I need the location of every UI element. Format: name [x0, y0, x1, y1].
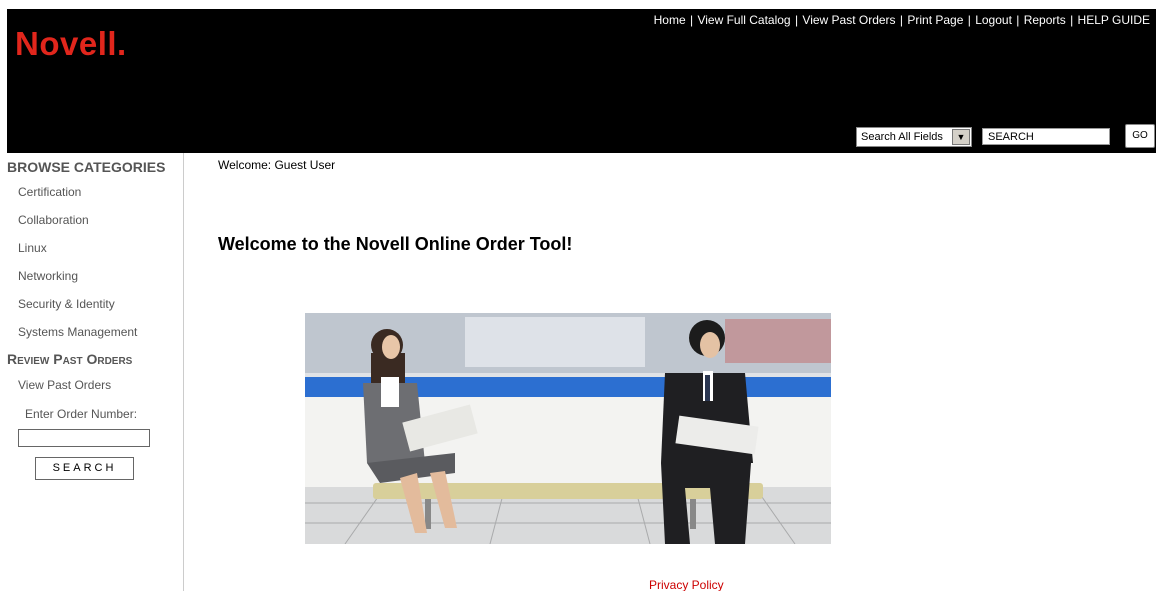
- sidebar-item-networking[interactable]: Networking: [18, 269, 78, 283]
- order-search-button[interactable]: SEARCH: [35, 457, 134, 480]
- sidebar-item-security-identity[interactable]: Security & Identity: [18, 297, 115, 311]
- search-field-select[interactable]: Search All Fields ▼: [856, 127, 972, 147]
- browse-categories-heading: BROWSE CATEGORIES: [7, 159, 166, 175]
- sidebar-item-view-past-orders[interactable]: View Past Orders: [18, 378, 111, 392]
- sidebar-item-systems-management[interactable]: Systems Management: [18, 325, 137, 339]
- privacy-policy-link[interactable]: Privacy Policy: [649, 578, 724, 591]
- hero-photo-illustration: [305, 313, 831, 544]
- nav-print-page-link[interactable]: Print Page: [907, 13, 963, 27]
- sidebar-item-linux[interactable]: Linux: [18, 241, 47, 255]
- top-navigation: Home | View Full Catalog | View Past Ord…: [653, 13, 1150, 27]
- nav-logout-link[interactable]: Logout: [975, 13, 1012, 27]
- chevron-down-icon[interactable]: ▼: [952, 129, 970, 145]
- review-past-orders-heading: Review Past Orders: [7, 351, 133, 367]
- search-input[interactable]: SEARCH: [982, 128, 1110, 145]
- header-bar: Novell. Home | View Full Catalog | View …: [7, 9, 1156, 153]
- sidebar: BROWSE CATEGORIES Certification Collabor…: [7, 153, 184, 591]
- nav-home-link[interactable]: Home: [654, 13, 686, 27]
- welcome-user-text: Welcome: Guest User: [218, 158, 336, 172]
- nav-view-full-catalog-link[interactable]: View Full Catalog: [697, 13, 790, 27]
- novell-logo[interactable]: Novell.: [15, 25, 127, 63]
- search-field-select-value: Search All Fields: [861, 131, 943, 143]
- nav-view-past-orders-link[interactable]: View Past Orders: [802, 13, 895, 27]
- hero-image: [305, 313, 831, 544]
- sidebar-item-collaboration[interactable]: Collaboration: [18, 213, 89, 227]
- page-frame: Novell. Home | View Full Catalog | View …: [7, 9, 1156, 591]
- order-number-label: Enter Order Number:: [25, 407, 138, 421]
- sidebar-item-certification[interactable]: Certification: [18, 185, 81, 199]
- nav-reports-link[interactable]: Reports: [1024, 13, 1066, 27]
- nav-help-guide-link[interactable]: HELP GUIDE: [1078, 13, 1150, 27]
- go-button[interactable]: GO: [1125, 124, 1155, 148]
- page-title: Welcome to the Novell Online Order Tool!: [218, 234, 573, 254]
- order-number-input[interactable]: [18, 429, 150, 447]
